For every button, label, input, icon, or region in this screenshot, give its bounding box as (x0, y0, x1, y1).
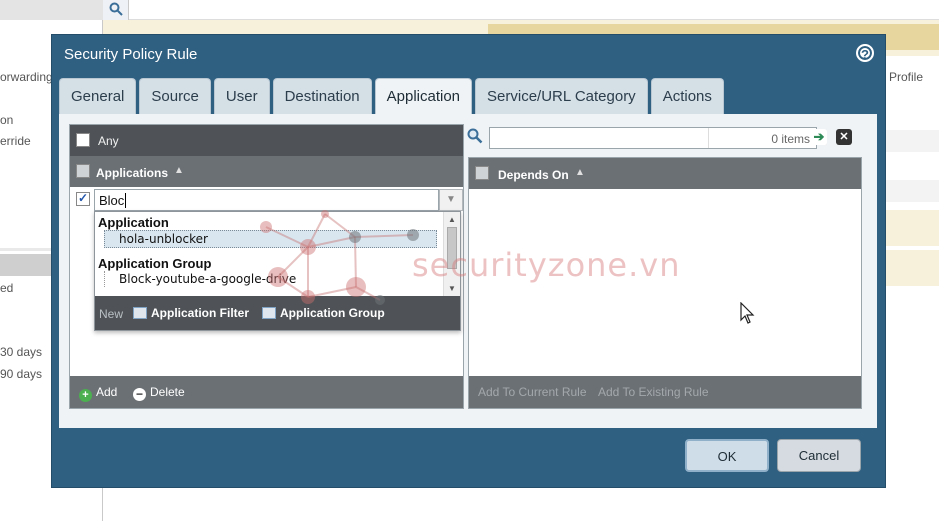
application-search-value: Bloc (99, 193, 125, 208)
applications-panel: Any Applications ▲ Bloc ▼ Application ho… (69, 124, 464, 409)
scroll-up-icon[interactable]: ▲ (448, 215, 456, 224)
background-text: 90 days (0, 367, 43, 381)
tab-general[interactable]: General (59, 78, 137, 114)
tab-destination[interactable]: Destination (272, 78, 372, 114)
applications-footer: + Add − Delete (70, 376, 463, 408)
applications-header[interactable]: Applications ▲ (70, 156, 463, 187)
background-row (886, 180, 939, 202)
background-row (886, 130, 939, 152)
background-toolbar (103, 0, 939, 20)
sort-ascending-icon[interactable]: ▲ (575, 167, 585, 178)
ok-button[interactable]: OK (685, 439, 769, 472)
new-label: New (99, 307, 124, 321)
arrow-right-icon[interactable]: ➔ (811, 129, 827, 145)
background-profile-column: Profile (889, 70, 924, 84)
tab-user[interactable]: User (213, 78, 270, 114)
add-to-current-rule-button[interactable]: Add To Current Rule (478, 385, 587, 399)
suggestion-item[interactable]: Block-youtube-a-google-drive (104, 271, 445, 287)
tab-application[interactable]: Application (374, 78, 473, 114)
tab-bar: General Source User Destination Applicat… (59, 78, 724, 114)
mouse-cursor-icon (740, 302, 755, 324)
cancel-button[interactable]: Cancel (777, 439, 861, 472)
add-label: Add (96, 385, 118, 399)
background-text: erride (0, 134, 31, 148)
dialog-title: Security Policy Rule (64, 46, 198, 63)
items-count: 0 items (771, 132, 810, 146)
suggestion-item[interactable]: hola-unblocker (104, 230, 437, 248)
background-row (886, 210, 939, 246)
application-filter-icon (133, 307, 147, 319)
any-row: Any (70, 125, 463, 156)
plus-icon: + (79, 389, 92, 402)
chevron-down-icon[interactable]: ▼ (439, 189, 463, 211)
new-application-filter-label: Application Filter (151, 306, 250, 320)
new-application-group-label: Application Group (280, 306, 385, 320)
select-all-applications-checkbox[interactable] (76, 164, 90, 178)
new-application-group-button[interactable]: Application Group (262, 306, 385, 320)
background-text: 30 days (0, 345, 43, 359)
application-suggestion-dropdown: Application hola-unblocker Application G… (94, 211, 461, 331)
application-row-checkbox[interactable] (76, 191, 90, 206)
tab-service-url-category[interactable]: Service/URL Category (475, 78, 648, 114)
sort-ascending-icon[interactable]: ▲ (174, 165, 184, 176)
close-icon[interactable]: ✕ (836, 129, 852, 145)
background-sidebar-top (0, 0, 103, 20)
applications-column-label: Applications (96, 166, 169, 180)
search-divider (708, 128, 709, 148)
delete-label: Delete (150, 385, 185, 399)
tab-source[interactable]: Source (139, 78, 211, 114)
suggestion-group-label: Application Group (98, 256, 212, 271)
suggestion-group-label: Application (98, 215, 169, 230)
dropdown-footer: New Application Filter Application Group (95, 296, 460, 330)
background-search-icon[interactable] (103, 0, 129, 20)
watermark-text: securityzone.vn (412, 246, 681, 284)
tab-actions[interactable]: Actions (650, 78, 724, 114)
scroll-down-icon[interactable]: ▼ (448, 284, 456, 293)
question-icon[interactable]: ? (856, 44, 874, 62)
application-group-icon (262, 307, 276, 319)
add-button[interactable]: + Add (79, 385, 117, 402)
suggestion-list: Application hola-unblocker Application G… (95, 212, 445, 296)
add-to-existing-rule-button[interactable]: Add To Existing Rule (598, 385, 709, 399)
depends-on-footer: Add To Current Rule Add To Existing Rule (469, 376, 861, 408)
any-label: Any (98, 134, 119, 148)
search-icon (467, 128, 483, 147)
any-checkbox[interactable] (76, 133, 90, 147)
depends-on-search-input[interactable]: 0 items (489, 127, 817, 149)
background-text: ed (0, 281, 14, 295)
new-application-filter-button[interactable]: Application Filter (133, 306, 249, 320)
depends-on-header[interactable]: Depends On ▲ (469, 158, 861, 189)
background-row (886, 250, 939, 286)
application-search-input[interactable]: Bloc (94, 189, 439, 211)
minus-icon: − (133, 388, 146, 401)
depends-on-column-label: Depends On (498, 168, 569, 182)
delete-button[interactable]: − Delete (133, 385, 185, 401)
background-text: on (0, 113, 14, 127)
background-text: orwarding (0, 70, 53, 84)
select-all-depends-checkbox[interactable] (475, 166, 489, 180)
